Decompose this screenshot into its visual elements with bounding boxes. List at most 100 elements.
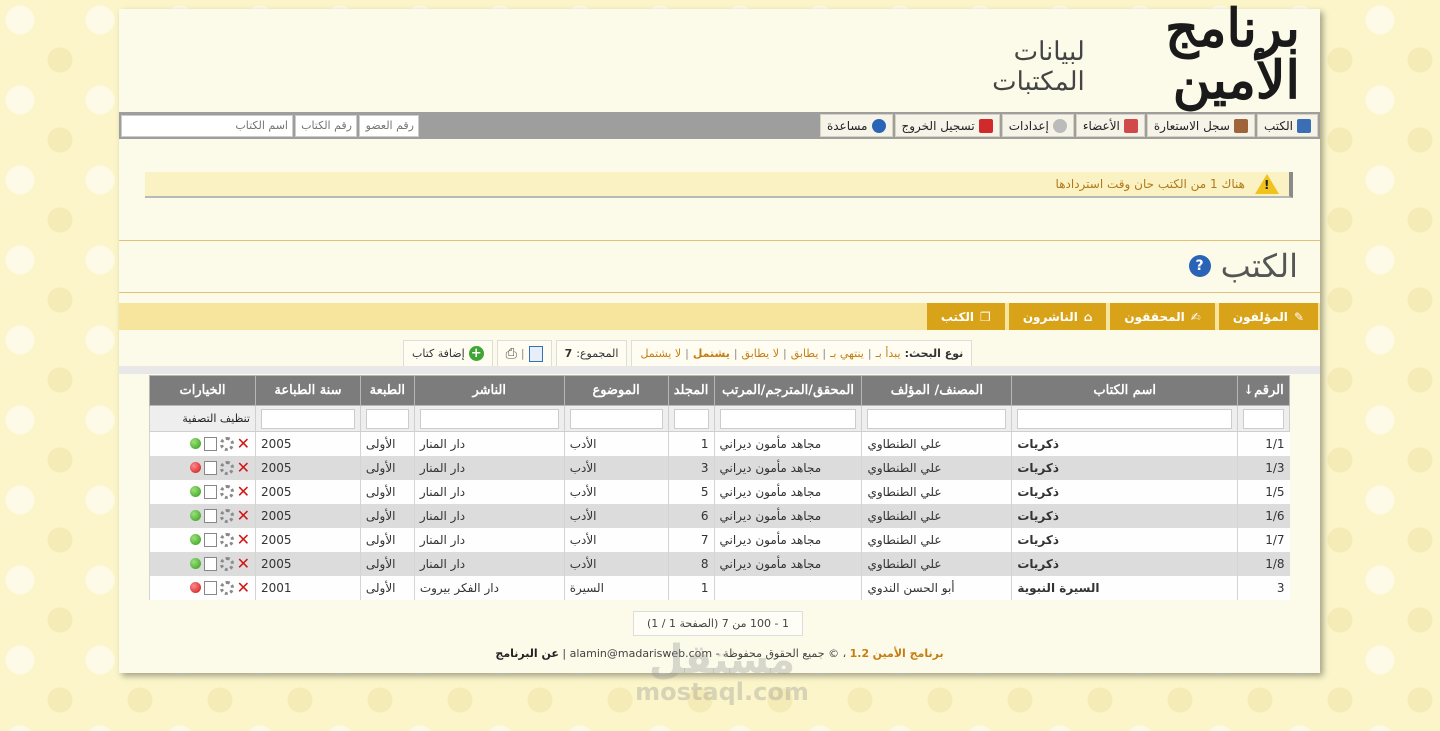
- col-id[interactable]: الرقم↓: [1237, 375, 1290, 406]
- copy-icon[interactable]: [203, 580, 217, 595]
- table-row[interactable]: 1/8 ذكريات علي الطنطاوي مجاهد مأمون ديراني 8…: [149, 551, 1290, 576]
- export-group: | ⎙: [496, 340, 552, 366]
- col-year[interactable]: سنة الطباعة: [255, 375, 361, 406]
- tab-publishers[interactable]: ⌂ الناشرون: [1008, 303, 1107, 330]
- gear-icon[interactable]: [219, 508, 234, 523]
- copy-icon[interactable]: [203, 460, 217, 475]
- nav-item-borrow-log[interactable]: سجل الاستعارة: [1146, 114, 1255, 137]
- nav-items: الكتب سجل الاستعارة الأعضاء إعدادات تسجي…: [819, 114, 1318, 137]
- gear-icon: [1052, 118, 1067, 133]
- gear-icon[interactable]: [219, 532, 234, 547]
- nav-item-logout[interactable]: تسجيل الخروج: [894, 114, 1000, 137]
- filter-year-input[interactable]: [261, 408, 355, 429]
- cell-actions: ✕: [149, 503, 256, 528]
- table-row[interactable]: 3 السيرة النبوية أبو الحسن الندوي 1 السيرة دا…: [149, 575, 1290, 600]
- filter-edition-input[interactable]: [365, 408, 409, 429]
- filter-author-input[interactable]: [867, 408, 1007, 429]
- delete-icon[interactable]: ✕: [237, 435, 250, 452]
- cell-year: 2005: [255, 431, 361, 456]
- filter-subject-input[interactable]: [569, 408, 663, 429]
- tab-label: الناشرون: [1022, 309, 1078, 324]
- help-icon[interactable]: ?: [1188, 255, 1211, 277]
- search-option-contains[interactable]: يشتمل: [693, 347, 730, 360]
- copy-icon[interactable]: [203, 508, 217, 523]
- nav-item-members[interactable]: الأعضاء: [1075, 114, 1145, 137]
- gear-icon[interactable]: [219, 556, 234, 571]
- clear-filter-link[interactable]: تنظيف التصفية: [149, 405, 256, 432]
- delete-icon[interactable]: ✕: [237, 555, 250, 572]
- search-option-not-contains[interactable]: لا يشتمل: [640, 347, 681, 360]
- search-option-matches[interactable]: يطابق: [791, 347, 819, 360]
- search-option-ends[interactable]: ينتهي بـ: [830, 347, 864, 360]
- page-title-row: الكتب ?: [1188, 241, 1298, 291]
- col-editor[interactable]: المحقق/المترجم/المرتب: [713, 375, 863, 406]
- quick-search: [121, 114, 419, 137]
- col-edition[interactable]: الطبعة: [359, 375, 415, 406]
- filter-editor-input[interactable]: [719, 408, 857, 429]
- delete-icon[interactable]: ✕: [237, 459, 250, 476]
- cell-author: علي الطنطاوي: [861, 479, 1012, 504]
- col-title[interactable]: اسم الكتاب: [1011, 375, 1239, 406]
- nav-item-settings[interactable]: إعدادات: [1001, 114, 1074, 137]
- search-option-starts[interactable]: يبدأ بـ: [876, 347, 901, 360]
- filter-publisher-input[interactable]: [419, 408, 559, 429]
- table-row[interactable]: 1/1 ذكريات علي الطنطاوي مجاهد مأمون ديراني 1…: [149, 431, 1290, 456]
- table-row[interactable]: 1/6 ذكريات علي الطنطاوي مجاهد مأمون ديراني 6…: [149, 503, 1290, 528]
- col-publisher[interactable]: الناشر: [413, 375, 565, 406]
- tab-editors[interactable]: ✍ المحققون: [1110, 303, 1215, 330]
- delete-icon[interactable]: ✕: [237, 483, 250, 500]
- delete-icon[interactable]: ✕: [237, 531, 250, 548]
- copy-icon[interactable]: [203, 556, 217, 571]
- cell-year: 2005: [255, 503, 361, 528]
- table-row[interactable]: 1/5 ذكريات علي الطنطاوي مجاهد مأمون ديراني 5…: [149, 479, 1290, 504]
- gear-icon[interactable]: [219, 484, 234, 499]
- book-number-search-input[interactable]: [295, 114, 357, 137]
- cell-id: 1/6: [1237, 503, 1290, 528]
- nav-item-help[interactable]: مساعدة: [819, 114, 893, 137]
- gear-icon[interactable]: [219, 436, 234, 451]
- filter-title-input[interactable]: [1017, 408, 1233, 429]
- filter-id-input[interactable]: [1243, 408, 1284, 429]
- book-name-search-input[interactable]: [121, 114, 293, 137]
- search-option-not-matches[interactable]: لا يطابق: [742, 347, 779, 360]
- delete-icon[interactable]: ✕: [237, 507, 250, 524]
- footer-brand[interactable]: برنامج الأمين: [873, 647, 944, 660]
- export-icon[interactable]: [528, 345, 543, 362]
- col-volume[interactable]: المجلد: [667, 375, 715, 406]
- nav-label: تسجيل الخروج: [901, 118, 975, 133]
- nav-label: سجل الاستعارة: [1153, 118, 1230, 133]
- cell-subject: الأدب: [563, 527, 669, 552]
- copy-icon[interactable]: [203, 484, 217, 499]
- copy-icon[interactable]: [203, 436, 217, 451]
- member-number-search-input[interactable]: [359, 114, 419, 137]
- cell-subject: الأدب: [563, 503, 669, 528]
- table-row[interactable]: 1/3 ذكريات علي الطنطاوي مجاهد مأمون ديراني 3…: [149, 455, 1290, 480]
- cell-volume: 6: [667, 503, 715, 528]
- nav-item-books[interactable]: الكتب: [1256, 114, 1318, 137]
- tab-books[interactable]: ❒ الكتب: [926, 303, 1005, 330]
- nav-label: الأعضاء: [1082, 118, 1120, 133]
- table-row[interactable]: 1/7 ذكريات علي الطنطاوي مجاهد مأمون ديراني 7…: [149, 527, 1290, 552]
- copy-icon[interactable]: [203, 532, 217, 547]
- print-icon[interactable]: ⎙: [506, 346, 517, 362]
- filter-volume-input[interactable]: [673, 408, 709, 429]
- cell-title: ذكريات: [1011, 455, 1238, 480]
- delete-icon[interactable]: ✕: [237, 579, 250, 596]
- tab-authors[interactable]: ✎ المؤلفون: [1218, 303, 1318, 330]
- status-icon: [189, 582, 201, 593]
- cell-edition: الأولى: [359, 431, 415, 456]
- section-tabs: ✎ المؤلفون ✍ المحققون ⌂ الناشرون ❒ الكتب: [119, 303, 1320, 330]
- gear-icon[interactable]: [219, 460, 234, 475]
- cell-author: علي الطنطاوي: [861, 503, 1012, 528]
- pagination-info: 1 - 100 من 7 (الصفحة 1 / 1): [633, 611, 803, 636]
- building-icon: ⌂: [1083, 309, 1093, 324]
- gear-icon[interactable]: [219, 580, 234, 595]
- footer-about-link[interactable]: عن البرنامج: [495, 647, 558, 660]
- col-subject[interactable]: الموضوع: [563, 375, 669, 406]
- cell-actions: ✕: [149, 575, 256, 600]
- cell-author: علي الطنطاوي: [861, 455, 1012, 480]
- watermark: مستقل mostaql.com: [632, 640, 812, 704]
- col-author[interactable]: المصنف/ المؤلف: [861, 375, 1013, 406]
- table-header-row: الرقم↓ اسم الكتاب المصنف/ المؤلف المحقق/…: [149, 375, 1290, 406]
- add-book-button[interactable]: + إضافة كتاب: [403, 340, 493, 366]
